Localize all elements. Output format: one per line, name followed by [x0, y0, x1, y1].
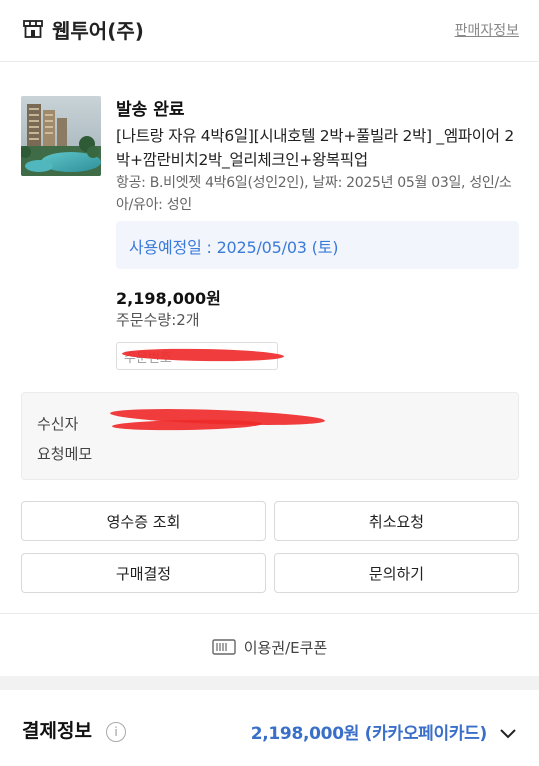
- store-header: 웹투어(주) 판매자정보: [0, 0, 539, 62]
- receipt-button[interactable]: 영수증 조회: [21, 501, 266, 541]
- product-thumbnail[interactable]: [21, 96, 101, 176]
- cancel-request-button[interactable]: 취소요청: [274, 501, 519, 541]
- coupon-label: 이용권/E쿠폰: [243, 638, 328, 657]
- payment-summary[interactable]: 2,198,000원 (카카오페이카드): [251, 719, 488, 744]
- seller-info-link[interactable]: 판매자정보: [455, 20, 519, 40]
- confirm-purchase-button[interactable]: 구매결정: [21, 553, 266, 593]
- use-date: 사용예정일 : 2025/05/03 (토): [129, 238, 339, 257]
- store-icon: [23, 20, 43, 38]
- memo-label: 요청메모: [37, 445, 93, 463]
- chevron-down-icon[interactable]: [497, 722, 519, 744]
- coupon-row[interactable]: 이용권/E쿠폰: [0, 627, 539, 667]
- divider: [0, 613, 539, 614]
- product-options: 항공: B.비엣젯 4박6일(성인2인), 날짜: 2025년 05월 03일,…: [116, 175, 512, 213]
- order-quantity: 주문수량:2개: [116, 311, 200, 329]
- recipient-label: 수신자: [37, 415, 79, 433]
- payment-title: 결제정보: [22, 720, 92, 742]
- product-title[interactable]: [나트랑 자유 4박6일][시내호텔 2박+풀빌라 2박] _엠파이어 2박+깜…: [116, 124, 526, 172]
- inquiry-button[interactable]: 문의하기: [274, 553, 519, 593]
- ticket-icon: [212, 639, 236, 655]
- section-separator: [0, 676, 539, 690]
- shipping-status: 발송 완료: [116, 100, 185, 120]
- store-name[interactable]: 웹투어(주): [52, 15, 144, 44]
- delivery-info-box: 수신자 요청메모: [21, 392, 519, 480]
- use-date-box: 사용예정일 : 2025/05/03 (토): [116, 221, 519, 269]
- order-price: 2,198,000원: [116, 289, 221, 308]
- info-icon[interactable]: i: [106, 722, 126, 742]
